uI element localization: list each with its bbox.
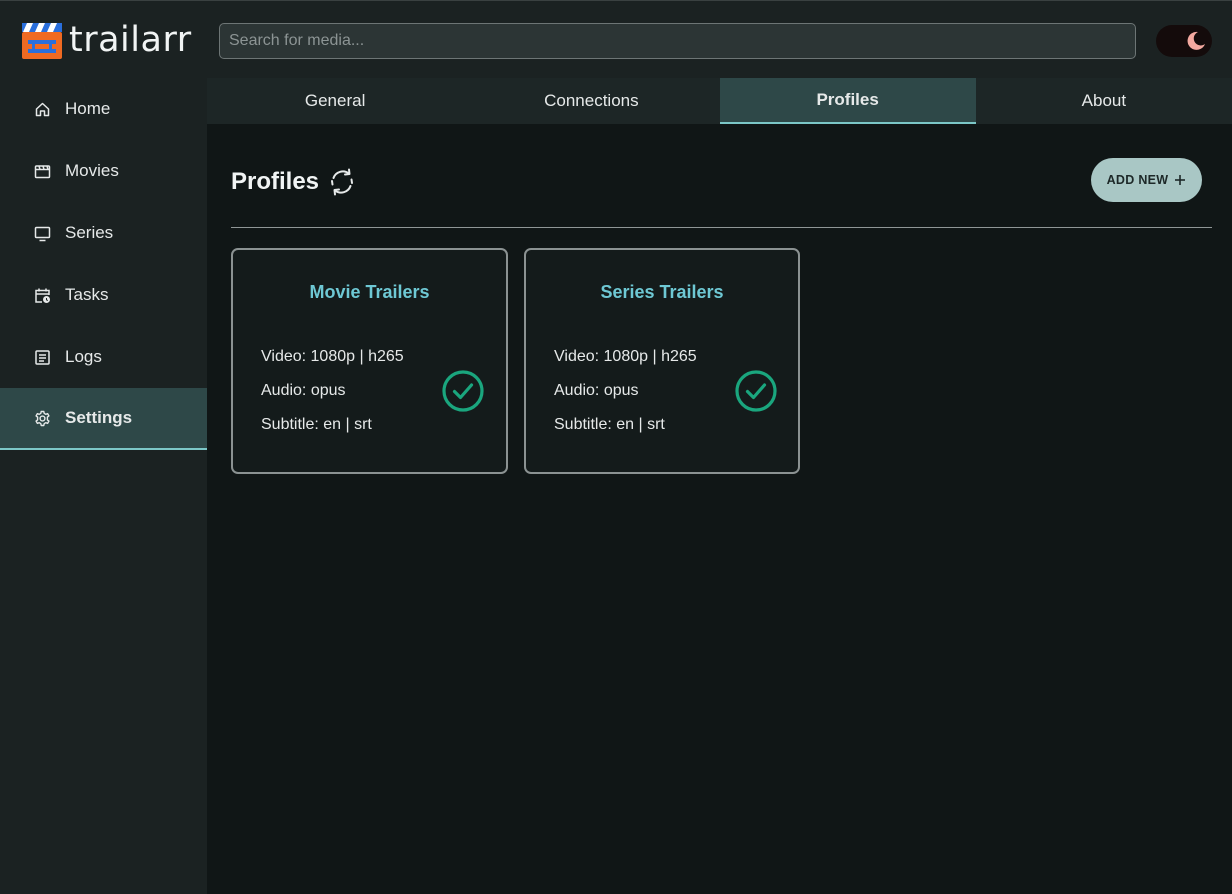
sidebar-item-label: Series <box>65 223 114 242</box>
sidebar: Home Movies Series Tasks Logs Settings <box>0 78 207 894</box>
profile-audio: Audio: opus <box>554 382 639 399</box>
tab-profiles[interactable]: Profiles <box>719 78 976 124</box>
sidebar-item-movies[interactable]: Movies <box>0 140 207 202</box>
header-divider <box>231 227 1212 228</box>
sidebar-item-settings[interactable]: Settings <box>0 388 207 450</box>
profile-subtitle: Subtitle: en | srt <box>261 416 372 433</box>
tab-about[interactable]: About <box>976 78 1232 124</box>
tab-general[interactable]: General <box>207 78 463 124</box>
sidebar-item-label: Home <box>65 99 111 118</box>
sidebar-item-label: Settings <box>65 408 133 427</box>
app-logo[interactable]: trailarr <box>21 20 192 60</box>
film-icon <box>34 164 51 178</box>
profile-name: Movie Trailers <box>309 282 430 302</box>
theme-toggle[interactable] <box>1156 25 1212 57</box>
sidebar-item-tasks[interactable]: Tasks <box>0 264 207 326</box>
sidebar-item-home[interactable]: Home <box>0 78 207 140</box>
profile-card[interactable]: Series Trailers Video: 1080p | h265 Audi… <box>524 248 800 474</box>
add-new-button[interactable]: ADD NEW <box>1091 158 1202 202</box>
sidebar-item-label: Tasks <box>65 285 109 304</box>
profile-video: Video: 1080p | h265 <box>261 348 404 365</box>
tv-icon <box>34 226 51 241</box>
moon-icon <box>1187 31 1205 50</box>
log-icon <box>35 349 50 365</box>
tab-connections[interactable]: Connections <box>463 78 719 124</box>
sidebar-item-series[interactable]: Series <box>0 202 207 264</box>
sidebar-item-label: Logs <box>65 347 102 366</box>
search-input[interactable] <box>219 23 1136 59</box>
gear-icon <box>35 410 50 426</box>
settings-tabs: General Connections Profiles About <box>207 78 1232 124</box>
profile-video: Video: 1080p | h265 <box>554 348 697 365</box>
calendar-clock-icon <box>35 288 50 303</box>
profile-name: Series Trailers <box>600 282 724 302</box>
app-name: trailarr <box>69 20 192 60</box>
plus-icon <box>1175 175 1186 185</box>
page-title: Profiles <box>231 168 320 195</box>
profile-card[interactable]: Movie Trailers Video: 1080p | h265 Audio… <box>231 248 508 474</box>
sidebar-item-label: Movies <box>65 161 119 180</box>
home-icon <box>35 102 50 116</box>
profile-audio: Audio: opus <box>261 382 346 399</box>
refresh-icon[interactable] <box>327 167 357 197</box>
profile-subtitle: Subtitle: en | srt <box>554 416 665 433</box>
top-bar: trailarr <box>0 0 1232 78</box>
page-header: Profiles <box>231 165 357 199</box>
sidebar-item-logs[interactable]: Logs <box>0 326 207 388</box>
clapperboard-logo-icon <box>22 23 62 59</box>
check-circle-icon <box>735 370 777 412</box>
add-new-label: ADD NEW <box>1106 173 1169 187</box>
check-circle-icon <box>442 370 484 412</box>
